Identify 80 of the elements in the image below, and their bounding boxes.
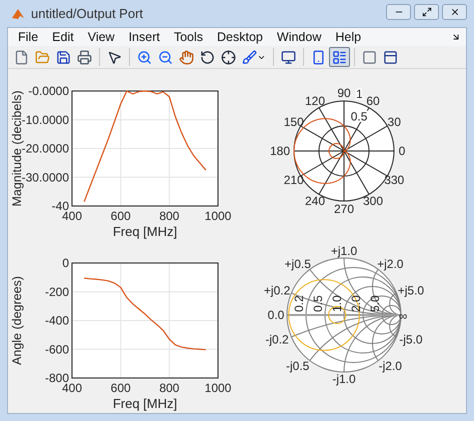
angle-label: 330: [384, 173, 404, 187]
resistance-label: 0.0: [268, 308, 284, 322]
reactance-label: +j2.0: [377, 256, 404, 271]
window-title: untitled/Output Port: [31, 4, 144, 23]
colorbar-icon: [311, 50, 326, 64]
tick-label: -10.0000: [22, 112, 69, 127]
tick-label: -600: [44, 342, 69, 356]
angle-label: 90: [337, 86, 351, 100]
square-icon: [362, 50, 377, 64]
axis-label: Freq [MHz]: [112, 396, 178, 411]
reactance-label: +j5.0: [398, 283, 424, 298]
app-logo-icon: [11, 6, 25, 20]
panel-icon: [383, 50, 398, 64]
close-button[interactable]: [442, 4, 467, 20]
monitor-icon: [281, 50, 296, 64]
reactance-label: -j0.5: [286, 359, 310, 374]
resistance-label: 0.5: [311, 295, 325, 312]
menu-item[interactable]: Tools: [166, 28, 210, 46]
angle-label: 150: [284, 115, 304, 129]
menu-item[interactable]: Desktop: [210, 28, 270, 46]
resistance-label: 1.0: [330, 295, 344, 312]
axis-label: Magnitude (decibels): [10, 90, 24, 207]
close-icon: [450, 6, 460, 16]
smith-curve: [288, 279, 360, 351]
angle-label: 180: [270, 144, 290, 158]
angle-label: 60: [366, 94, 380, 108]
tick-label: 800: [159, 381, 180, 395]
pointer-icon: [107, 50, 122, 64]
radius-label: 1: [356, 86, 363, 101]
resistance-label: ∞: [398, 309, 408, 323]
tick-label: -0.0000: [28, 84, 69, 98]
menu-item[interactable]: Help: [328, 28, 368, 46]
axis-label: Freq [MHz]: [112, 224, 178, 239]
reactance-label: -j1.0: [332, 372, 356, 386]
tick-label: 600: [110, 381, 131, 395]
menu-item[interactable]: File: [11, 28, 46, 46]
rotate-icon: [200, 50, 215, 64]
tick-label: -400: [44, 314, 69, 328]
reactance-label: -j0.2: [265, 332, 289, 347]
reactance-label: +j1.0: [330, 244, 358, 258]
angle-label: 210: [284, 173, 304, 187]
angle-label: 0: [398, 144, 406, 158]
folder-icon: [35, 50, 50, 64]
menu-item[interactable]: View: [80, 28, 122, 46]
brush-icon: [242, 50, 257, 64]
resistance-label: 5.0: [368, 295, 382, 312]
reactance-label: +j0.5: [284, 256, 311, 271]
tick-label: 0: [62, 256, 69, 270]
axis-label: Angle (degrees): [10, 276, 24, 365]
zoom-in-icon: [137, 50, 152, 64]
menu-item[interactable]: Window: [270, 28, 328, 46]
menu-item[interactable]: Edit: [45, 28, 81, 46]
tick-label: 600: [110, 209, 131, 223]
reactance-label: +j0.2: [264, 283, 290, 298]
tick-label: -200: [44, 284, 69, 299]
maximize-icon: [422, 6, 432, 16]
angle-label: 270: [334, 202, 354, 216]
reactance-label: -j2.0: [378, 359, 402, 374]
hand-icon: [179, 50, 194, 64]
dock-arrow-icon[interactable]: [451, 32, 461, 42]
tick-label: 1000: [204, 381, 232, 395]
save-icon: [56, 50, 71, 64]
angle-label: 30: [388, 115, 401, 129]
angle-label: 300: [362, 194, 384, 208]
menu-item[interactable]: Insert: [122, 28, 167, 46]
angle-label: 240: [304, 194, 326, 208]
resistance-label: 2.0: [349, 295, 363, 312]
tick-label: -20.0000: [22, 142, 69, 156]
legend-icon: [332, 50, 347, 64]
tick-label: 1000: [204, 209, 232, 223]
crosshair-icon: [221, 50, 236, 64]
print-icon: [77, 50, 92, 64]
tick-label: -30.0000: [22, 170, 69, 184]
reactance-label: -j5.0: [399, 332, 423, 347]
new-file-icon: [14, 50, 29, 64]
maximize-button[interactable]: [414, 4, 439, 20]
resistance-label: 0.2: [292, 295, 306, 312]
zoom-out-icon: [158, 50, 173, 64]
angle-label: 120: [304, 94, 326, 108]
tick-label: 800: [159, 209, 180, 223]
